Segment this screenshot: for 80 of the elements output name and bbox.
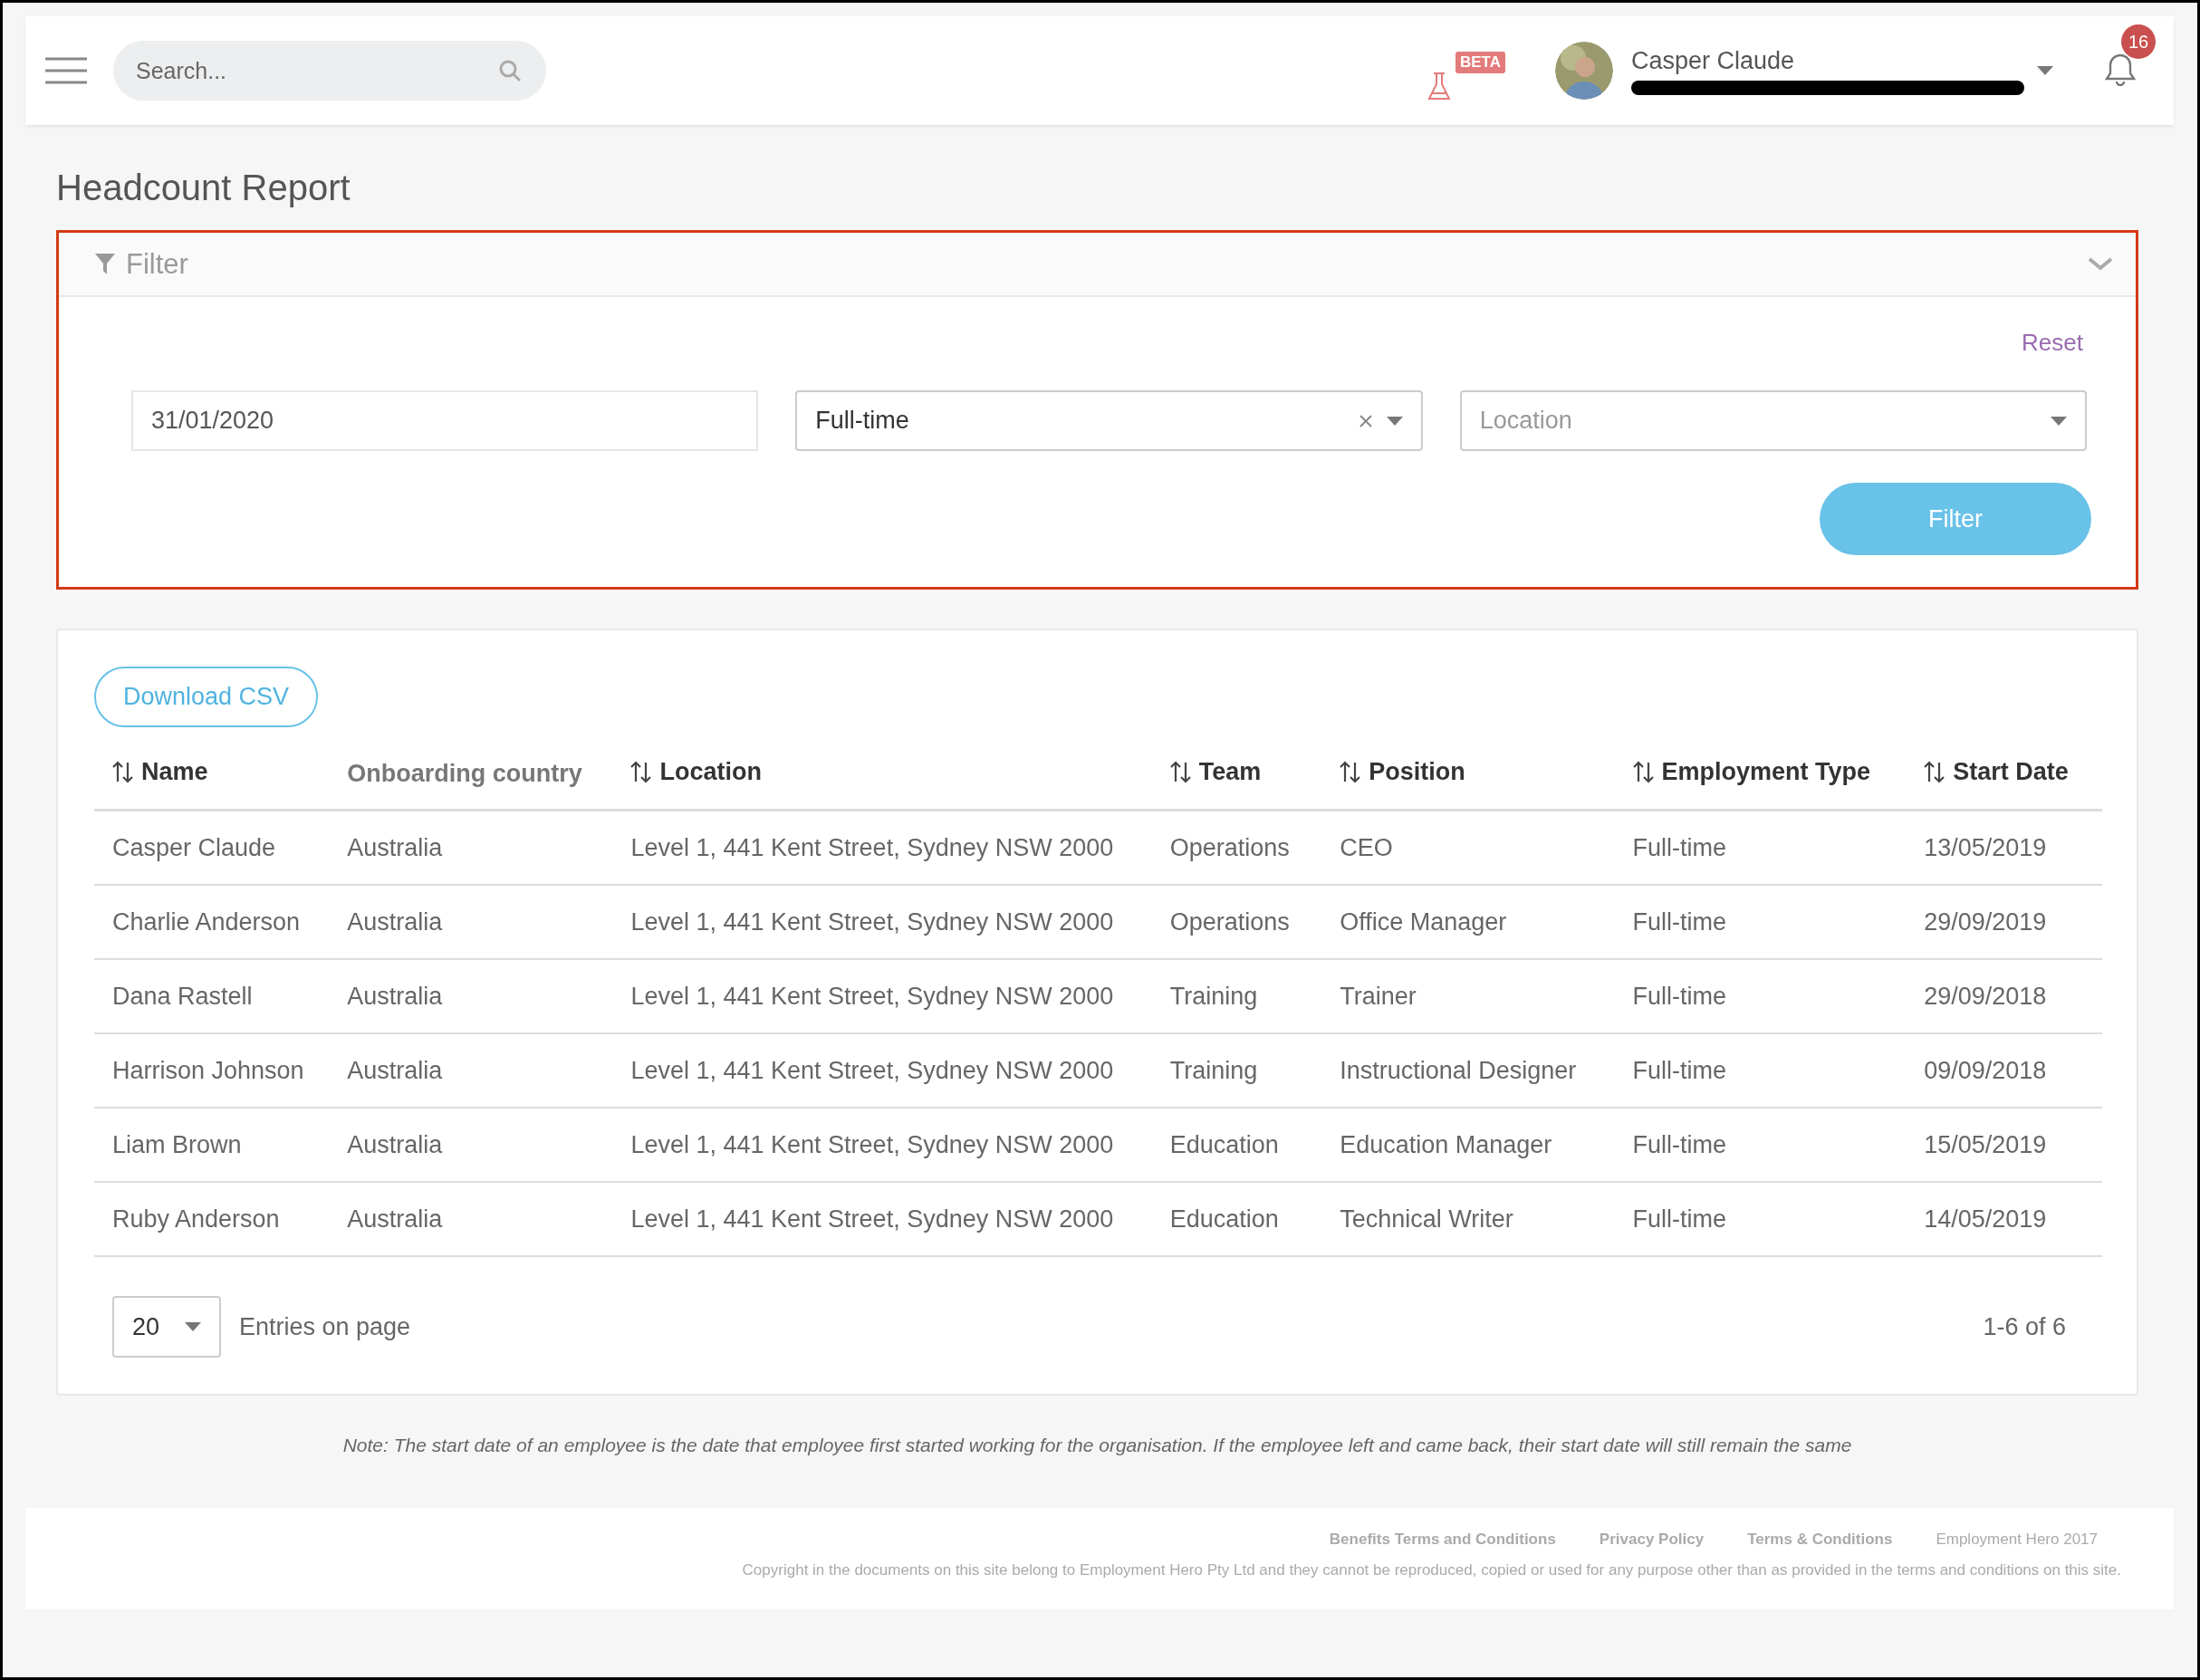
caret-icon bbox=[2051, 416, 2067, 426]
table-cell: Full-time bbox=[1632, 1205, 1727, 1233]
sort-icon[interactable] bbox=[1169, 760, 1191, 784]
table-cell: Level 1, 441 Kent Street, Sydney NSW 2000 bbox=[630, 1130, 1114, 1158]
table-cell: 09/09/2018 bbox=[1924, 1056, 2047, 1084]
column-header: Onboarding country bbox=[347, 760, 582, 788]
clear-icon[interactable] bbox=[1359, 414, 1372, 427]
table-cell: Full-time bbox=[1632, 833, 1727, 861]
table-cell: Education bbox=[1169, 1130, 1279, 1158]
sort-icon[interactable] bbox=[630, 760, 652, 784]
table-cell: Office Manager bbox=[1340, 907, 1507, 936]
table-cell: Full-time bbox=[1632, 907, 1727, 936]
table-cell: CEO bbox=[1340, 833, 1393, 861]
table-cell: Charlie Anderson bbox=[112, 907, 301, 936]
page-range: 1-6 of 6 bbox=[1983, 1312, 2066, 1341]
column-header[interactable]: Team bbox=[1169, 757, 1262, 786]
table-cell: Operations bbox=[1169, 833, 1290, 861]
table-cell: Full-time bbox=[1632, 1130, 1727, 1158]
caret-icon bbox=[185, 1322, 201, 1331]
column-header[interactable]: Name bbox=[112, 757, 208, 786]
caret-icon bbox=[2037, 66, 2053, 75]
employment-type-select[interactable]: Full-time bbox=[795, 390, 1423, 451]
note-text: Note: The start date of an employee is the date that employee first started working for the organisation. If the employee left and came back, their start date will still remain the same bbox=[342, 1434, 1852, 1457]
table-cell: Trainer bbox=[1340, 982, 1417, 1010]
funnel-icon bbox=[95, 254, 115, 274]
table-cell: Dana Rastell bbox=[112, 982, 253, 1010]
date-field[interactable]: 31/01/2020 bbox=[131, 390, 759, 451]
footer-brand: Employment Hero 2017 bbox=[1936, 1531, 2098, 1549]
reset-link[interactable]: Reset bbox=[2022, 329, 2083, 356]
filter-title: Filter bbox=[126, 247, 189, 281]
sort-icon[interactable] bbox=[1340, 760, 1361, 784]
table-cell: 13/05/2019 bbox=[1924, 833, 2047, 861]
table-cell: 15/05/2019 bbox=[1924, 1130, 2047, 1158]
sort-icon[interactable] bbox=[1632, 760, 1654, 784]
table-cell: Instructional Designer bbox=[1340, 1056, 1577, 1084]
table-cell: Australia bbox=[347, 1056, 443, 1084]
table-cell: Australia bbox=[347, 833, 443, 861]
beta-badge: BETA bbox=[1455, 52, 1505, 73]
caret-icon bbox=[1386, 416, 1403, 426]
table-cell: Australia bbox=[347, 982, 443, 1010]
table-cell: Level 1, 441 Kent Street, Sydney NSW 2000 bbox=[630, 833, 1114, 861]
table-cell: 29/09/2019 bbox=[1924, 907, 2047, 936]
table-cell: Education bbox=[1169, 1205, 1279, 1233]
table-cell: Full-time bbox=[1632, 1056, 1727, 1084]
table-cell: Operations bbox=[1169, 907, 1290, 936]
sort-icon[interactable] bbox=[112, 760, 133, 784]
notification-count: 16 bbox=[2121, 24, 2156, 59]
table-cell: Ruby Anderson bbox=[112, 1205, 280, 1233]
entries-label: Entries on page bbox=[239, 1312, 412, 1341]
table-cell: Harrison Johnson bbox=[112, 1056, 304, 1084]
flask-icon[interactable] bbox=[1427, 72, 1452, 101]
table-cell: Training bbox=[1169, 1056, 1258, 1084]
menu-icon[interactable] bbox=[45, 57, 87, 84]
user-name[interactable]: Casper Claude bbox=[1631, 46, 2024, 75]
page-title: Headcount Report bbox=[56, 167, 351, 209]
column-header[interactable]: Location bbox=[630, 757, 762, 786]
table-cell: Technical Writer bbox=[1340, 1205, 1513, 1233]
sort-icon[interactable] bbox=[1924, 760, 1945, 784]
table-cell: Full-time bbox=[1632, 982, 1727, 1010]
table-cell: 29/09/2018 bbox=[1924, 982, 2047, 1010]
copyright-text: Copyright in the documents on this site belong to Employment Hero Pty Ltd and they cannot be reproduced, copied or used for any purpose other than as provided in the terms and conditions on this site. bbox=[742, 1561, 2121, 1579]
table-cell: Level 1, 441 Kent Street, Sydney NSW 2000 bbox=[630, 982, 1114, 1010]
table-cell: Australia bbox=[347, 1205, 443, 1233]
search-field[interactable]: Search... bbox=[113, 41, 546, 101]
table-cell: 14/05/2019 bbox=[1924, 1205, 2047, 1233]
page-size-select[interactable]: 20 bbox=[112, 1296, 221, 1358]
column-header[interactable]: Position bbox=[1340, 757, 1465, 786]
search-placeholder: Search... bbox=[136, 57, 227, 84]
table-cell: Level 1, 441 Kent Street, Sydney NSW 2000 bbox=[630, 1056, 1114, 1084]
column-header[interactable]: Start Date bbox=[1924, 757, 2069, 786]
table-cell: Australia bbox=[347, 907, 443, 936]
table-cell: Casper Claude bbox=[112, 833, 276, 861]
column-header[interactable]: Employment Type bbox=[1632, 757, 1871, 786]
table-cell: Australia bbox=[347, 1130, 443, 1158]
table-cell: Education Manager bbox=[1340, 1130, 1552, 1158]
table-cell: Liam Brown bbox=[112, 1130, 242, 1158]
table-cell: Level 1, 441 Kent Street, Sydney NSW 2000 bbox=[630, 1205, 1114, 1233]
bell-icon[interactable] bbox=[2103, 52, 2138, 86]
table-cell: Level 1, 441 Kent Street, Sydney NSW 2000 bbox=[630, 907, 1114, 936]
table-cell: Training bbox=[1169, 982, 1258, 1010]
